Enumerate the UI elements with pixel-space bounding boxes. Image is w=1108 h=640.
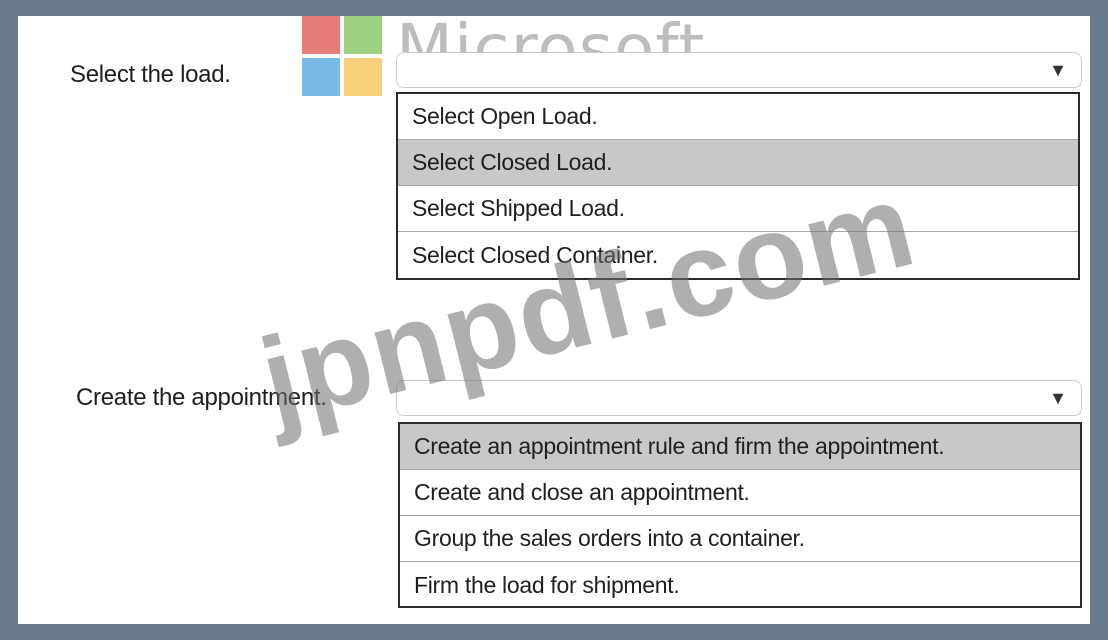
option-create-appointment-rule[interactable]: Create an appointment rule and firm the … [400,424,1080,470]
option-select-closed-load[interactable]: Select Closed Load. [398,140,1078,186]
chevron-down-icon: ▼ [1049,60,1067,80]
select-load-dropdown[interactable]: ▼ [396,52,1082,88]
option-select-shipped-load[interactable]: Select Shipped Load. [398,186,1078,232]
option-group-sales-orders[interactable]: Group the sales orders into a container. [400,516,1080,562]
option-select-closed-container[interactable]: Select Closed Container. [398,232,1078,278]
chevron-down-icon: ▼ [1049,388,1067,408]
question-label-create-appointment: Create the appointment. [76,384,327,411]
microsoft-logo-icon [302,16,384,98]
create-appointment-dropdown-button[interactable]: ▼ [1041,384,1075,412]
question-label-select-load: Select the load. [70,61,231,88]
question-panel: Microsoft Select the load. ▼ Select Open… [18,10,1090,624]
select-load-options: Select Open Load. Select Closed Load. Se… [396,92,1080,280]
option-create-close-appointment[interactable]: Create and close an appointment. [400,470,1080,516]
option-select-open-load[interactable]: Select Open Load. [398,94,1078,140]
create-appointment-dropdown[interactable]: ▼ [396,380,1082,416]
select-load-dropdown-button[interactable]: ▼ [1041,56,1075,84]
create-appointment-options: Create an appointment rule and firm the … [398,422,1082,608]
option-firm-load-shipment[interactable]: Firm the load for shipment. [400,562,1080,608]
